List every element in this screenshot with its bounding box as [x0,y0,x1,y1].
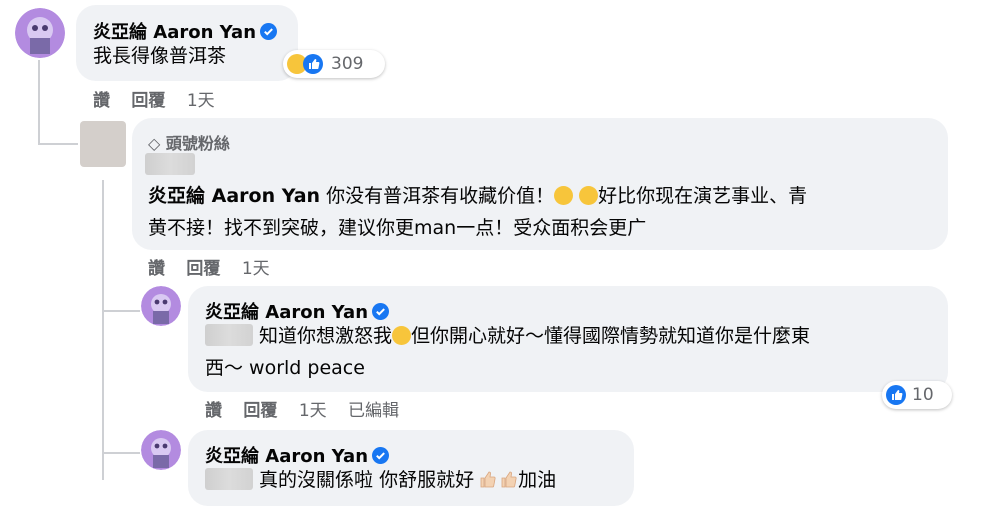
reaction-count: 10 [912,385,934,405]
text-segment: 加油 [518,469,557,491]
thread-line [38,60,40,145]
text-segment: 但你開心就好～懂得國際情勢就知道你是什麼東 [411,325,811,347]
comment-actions: 讚 回覆 1天 [93,86,231,111]
comment-text: 炎亞綸 Aaron Yan 你没有普洱茶有收藏价值！ 好比你现在演艺事业、青 黄… [148,180,938,244]
comment-text: 我長得像普洱茶 [93,45,227,67]
blurred-mention [205,468,253,490]
avatar[interactable] [15,8,65,58]
reaction-summary[interactable]: 10 [882,381,952,409]
edited-label[interactable]: 已編輯 [348,401,399,421]
thumbs-up-emoji-icon [478,467,497,488]
thread-line [38,143,78,145]
like-reaction-icon [886,385,906,405]
avatar[interactable] [141,430,181,470]
text-segment: 西～ world peace [205,357,365,379]
like-action[interactable]: 讚 [148,259,165,279]
reply-action[interactable]: 回覆 [131,91,165,111]
reaction-summary[interactable]: 309 [283,50,385,78]
diamond-icon: ◇ [148,134,161,153]
text-segment: 知道你想激怒我 [253,325,393,347]
top-fan-badge: ◇ 頭號粉絲 [148,130,230,154]
avatar[interactable] [141,286,181,326]
thread-line [102,180,104,480]
reply-action[interactable]: 回覆 [186,259,220,279]
reaction-count: 309 [331,54,364,74]
comment-text: 真的沒關係啦 你舒服就好 加油 [205,464,556,496]
comment-timestamp[interactable]: 1天 [187,91,215,111]
blurred-author-name [145,153,195,175]
blurred-mention [205,324,253,346]
text-segment: 你没有普洱茶有收藏价值！ [320,185,555,207]
comment-text: 知道你想激怒我 但你開心就好～懂得國際情勢就知道你是什麼東 西～ world pe… [205,320,940,384]
like-action[interactable]: 讚 [93,91,110,111]
text-segment: 好比你现在演艺事业、青 [598,185,808,207]
mention-tag[interactable]: 炎亞綸 Aaron Yan [148,185,320,207]
comment-timestamp[interactable]: 1天 [299,401,327,421]
verified-badge-icon [260,23,278,45]
comment-timestamp[interactable]: 1天 [242,259,270,279]
comment-actions: 讚 回覆 1天 [148,254,286,279]
thread-line [102,452,140,454]
reply-action[interactable]: 回覆 [243,401,277,421]
like-action[interactable]: 讚 [205,401,222,421]
text-segment: 真的沒關係啦 你舒服就好 [253,469,475,491]
thumbs-up-emoji-icon [499,467,518,488]
text-segment: 黄不接！找不到突破，建议你更man一点！受众面积会更广 [148,217,647,239]
comment-actions: 讚 回覆 1天 已編輯 [205,396,415,421]
avatar[interactable] [80,121,126,167]
grin-emoji-icon [579,186,599,205]
thread-line [102,310,140,312]
like-reaction-icon [303,54,323,74]
grin-emoji-icon [554,186,574,205]
badge-label: 頭號粉絲 [165,134,230,153]
rofl-emoji-icon [392,326,412,345]
